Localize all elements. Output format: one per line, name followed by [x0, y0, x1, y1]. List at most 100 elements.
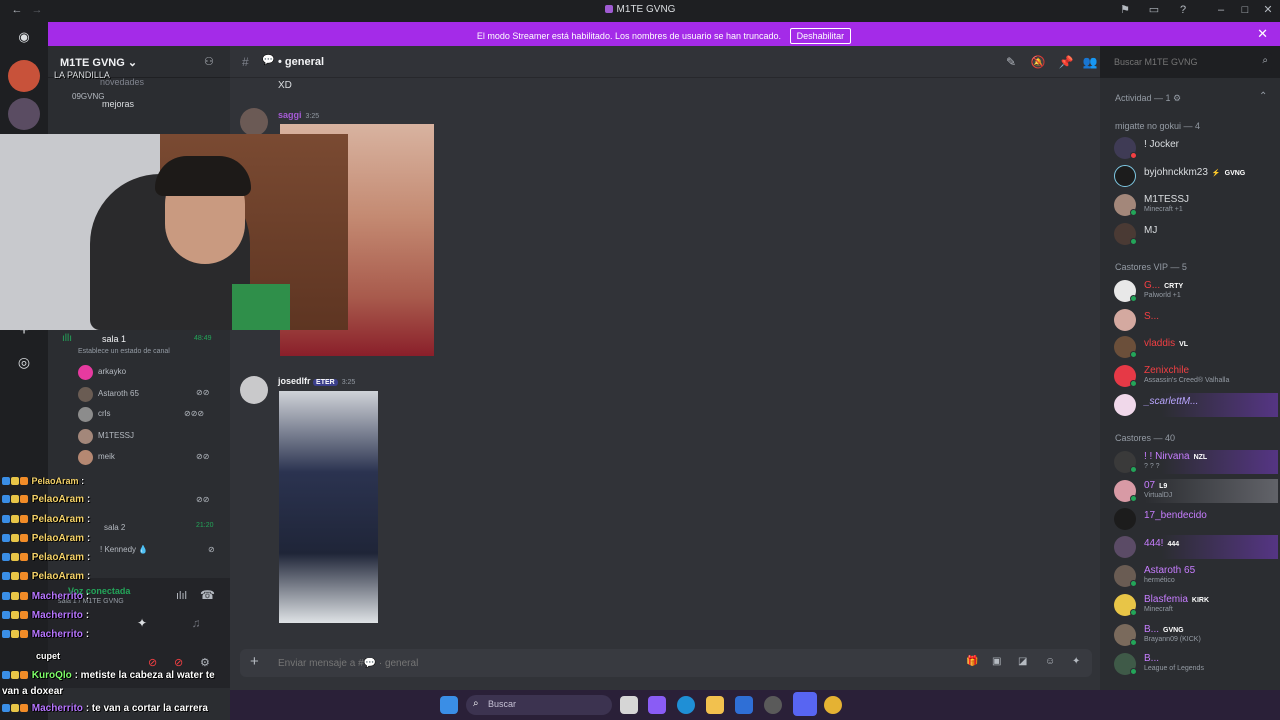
voice-member-kennedy[interactable]: ! Kennedy 💧 [100, 545, 148, 554]
inbox-flag-icon[interactable]: ⚑ [1118, 3, 1132, 17]
steam-icon[interactable] [764, 696, 782, 714]
edge-icon[interactable] [677, 696, 695, 714]
close-window-icon[interactable]: ✕ [1261, 3, 1275, 17]
avatar [78, 407, 93, 422]
soundboard-icon[interactable]: ♫ [186, 616, 206, 634]
pin-icon[interactable]: 📌 [1058, 55, 1074, 69]
status-indicator [1130, 639, 1137, 646]
member-item[interactable]: 17_bendecido [1112, 507, 1278, 531]
banner-message: El modo Streamer está habilitado. Los no… [48, 28, 1280, 44]
start-icon[interactable] [440, 696, 458, 714]
title-bar: ← → M1TE GVNG ⚑ ▭ ? – □ ✕ [0, 0, 1280, 20]
member-item[interactable]: G... CRTY Palworld +1 [1112, 279, 1278, 303]
member-item[interactable]: byjohnckkm23 ⚡ GVNG [1112, 164, 1278, 188]
minimize-icon[interactable]: – [1214, 3, 1228, 17]
member-item[interactable]: S... [1112, 308, 1278, 332]
status-indicator [1130, 609, 1137, 616]
discord-home-icon[interactable]: ◉ [10, 28, 38, 46]
help-icon[interactable]: ? [1176, 3, 1190, 17]
voice-channel-timer: 48:49 [194, 335, 212, 342]
task-view-icon[interactable] [620, 696, 638, 714]
member-item[interactable]: ! ! Nirvana NZL? ? ? [1112, 450, 1278, 474]
muted-icon: ⊘⊘ [196, 452, 210, 461]
message-author[interactable]: josedlfr ETER 3:25 [278, 376, 355, 386]
server-avatar[interactable] [8, 98, 40, 130]
avatar[interactable] [240, 108, 268, 136]
search-input[interactable] [1114, 55, 1254, 69]
voice-member[interactable]: M1TESSJ [74, 426, 224, 446]
member-item[interactable]: ! Jocker [1112, 136, 1278, 160]
channel-novedades[interactable]: novedades [100, 77, 144, 87]
sticker-icon[interactable]: ◪ [1018, 656, 1027, 667]
server-tag-badge: ETER [313, 379, 338, 386]
voice-member[interactable]: arkayko [74, 362, 224, 382]
channel-status-prompt[interactable]: Establece un estado de canal [78, 348, 170, 355]
user-overlay-label: 09GVNG [72, 92, 105, 101]
muted-icon: ⊘⊘⊘ [184, 409, 205, 418]
status-indicator [1130, 209, 1137, 216]
member-list-icon[interactable]: 👥 [1082, 55, 1098, 69]
close-icon[interactable]: ✕ [1257, 26, 1268, 42]
avatar[interactable] [240, 376, 268, 404]
member-item[interactable]: M1TESSJ Minecraft +1 [1112, 193, 1278, 217]
voice-channel-name[interactable]: sala 1 [102, 334, 126, 344]
stream-chat-line: PelaoAram : [2, 494, 90, 505]
chrome-icon[interactable] [824, 696, 842, 714]
streamer-hair [155, 156, 251, 196]
maximize-icon[interactable]: □ [1238, 3, 1252, 17]
second-voice-channel[interactable]: sala 2 [104, 523, 125, 532]
search-box[interactable]: ⌕ [1110, 53, 1272, 71]
threads-icon[interactable]: ✎ [1003, 55, 1019, 69]
disconnect-icon[interactable]: ☎ [200, 588, 215, 602]
avatar [1114, 508, 1136, 530]
copilot-icon[interactable] [648, 696, 666, 714]
collapse-chevron-icon[interactable]: ⌃ [1259, 91, 1267, 102]
discover-icon[interactable]: ◎ [13, 354, 35, 376]
member-item[interactable]: B... GVNG Brayann09 (KICK) [1112, 623, 1278, 647]
member-item[interactable]: _scarlettM... [1112, 393, 1278, 417]
stream-chat-line: Macherrito : [2, 610, 89, 621]
emoji-icon[interactable]: ☺ [1045, 656, 1055, 667]
member-item[interactable]: vladdis VL [1112, 335, 1278, 359]
stream-chat-line: cupet [36, 651, 61, 661]
server-avatar[interactable] [8, 60, 40, 92]
second-channel-timer: 21:20 [196, 522, 214, 529]
gift-icon[interactable]: 🎁 [966, 656, 978, 667]
screen-share-icon[interactable]: ▭ [1147, 3, 1161, 17]
search-icon: ⌕ [473, 698, 479, 709]
member-item[interactable]: B... League of Legends [1112, 652, 1278, 676]
message-author[interactable]: saggi 3:25 [278, 110, 319, 120]
store-icon[interactable] [735, 696, 753, 714]
message-text: XD [278, 80, 292, 91]
member-item[interactable]: 07 L9 VirtualDJ [1112, 479, 1278, 503]
taskbar-search[interactable]: ⌕ Buscar [466, 695, 612, 715]
stream-chat-line: PelaoAram : [2, 533, 90, 544]
member-item[interactable]: MJ [1112, 222, 1278, 246]
avatar [1114, 309, 1136, 331]
attach-plus-icon[interactable]: + [250, 653, 259, 670]
avatar [78, 387, 93, 402]
apps-icon[interactable]: ✦ [1072, 656, 1080, 667]
invite-icon[interactable]: ⚇ [204, 55, 214, 68]
file-explorer-icon[interactable] [706, 696, 724, 714]
message-composer[interactable]: + 🎁 ▣ ◪ ☺ ✦ [240, 649, 1092, 677]
status-indicator [1130, 351, 1137, 358]
gif-icon[interactable]: ▣ [992, 656, 1001, 667]
disable-streamer-button[interactable]: Deshabilitar [789, 28, 852, 44]
attached-image[interactable] [279, 391, 378, 623]
member-item[interactable]: Blasfemia KIRK Minecraft [1112, 593, 1278, 617]
chat-header: # 💬 • general ✎ 🔕 📌 👥 [230, 46, 1100, 78]
noise-suppression-icon[interactable]: ılıl [176, 590, 187, 602]
status-indicator [1130, 580, 1137, 587]
avatar [78, 365, 93, 380]
activities-icon[interactable]: ✦ [132, 616, 152, 634]
discord-icon[interactable] [793, 692, 817, 716]
activity-header[interactable]: Actividad — 1 ⚙ [1115, 93, 1181, 104]
channel-mejoras[interactable]: mejoras [102, 99, 134, 109]
stream-chat-line: PelaoAram : [2, 552, 90, 563]
member-item[interactable]: 444! 444 [1112, 535, 1278, 559]
message-input[interactable] [278, 656, 778, 670]
notifications-muted-icon[interactable]: 🔕 [1030, 55, 1046, 69]
member-item[interactable]: Zenixchile Assassin's Creed® Valhalla [1112, 364, 1278, 388]
member-item[interactable]: Astaroth 65 hermético [1112, 564, 1278, 588]
